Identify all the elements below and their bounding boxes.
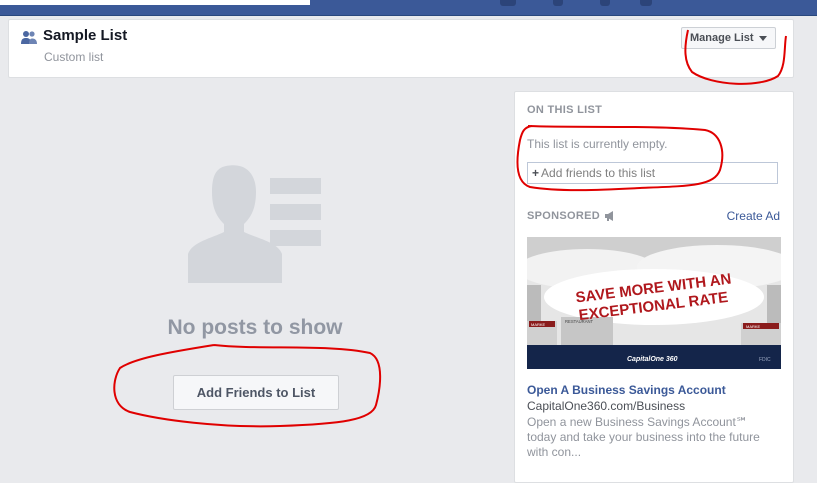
settings-icon[interactable] (640, 0, 652, 6)
sponsored-section-label: SPONSORED (527, 210, 616, 222)
manage-list-label: Manage List (690, 32, 754, 44)
ad-brand-logo: CapitalOne 360 (627, 356, 678, 363)
ad-fdic-mark: FDIC (759, 357, 771, 363)
storefront-left-sign: MARKE (531, 322, 546, 327)
ad-description: Open a new Business Savings Account℠ tod… (527, 415, 760, 459)
add-friends-placeholder: Add friends to this list (541, 166, 656, 180)
top-bar-search-area[interactable] (0, 0, 310, 5)
create-ad-link[interactable]: Create Ad (727, 209, 780, 223)
list-header-card: Sample List Custom list Manage List (8, 19, 794, 78)
ad-domain: CapitalOne360.com/Business (527, 399, 686, 413)
list-empty-message: This list is currently empty. (527, 137, 668, 151)
sponsored-label: SPONSORED (527, 210, 600, 222)
empty-state-heading: No posts to show (167, 316, 343, 339)
list-type-label: Custom list (44, 50, 104, 64)
manage-list-button[interactable]: Manage List (681, 27, 776, 49)
ad-banner-image[interactable]: MARKE RESTAURANT MARKE SAVE MORE WITH AN… (527, 237, 781, 369)
messages-icon[interactable] (553, 0, 563, 6)
notifications-icon[interactable] (600, 0, 610, 6)
on-this-list-heading: ON THIS LIST (527, 104, 603, 116)
empty-list-person-icon (188, 165, 321, 283)
add-friends-input[interactable]: + Add friends to this list (527, 162, 778, 184)
add-friends-to-list-button[interactable]: Add Friends to List (173, 375, 339, 410)
friends-list-icon (21, 31, 37, 44)
page-title: Sample List (43, 27, 128, 44)
megaphone-icon (605, 211, 613, 221)
caret-down-icon (758, 35, 767, 41)
plus-icon: + (532, 166, 540, 180)
top-navigation-bar (0, 0, 817, 16)
list-sidebar-card: ON THIS LIST This list is currently empt… (514, 91, 794, 483)
storefront-right-sign: MARKE (746, 324, 761, 329)
ad-title-link[interactable]: Open A Business Savings Account (527, 383, 726, 397)
friend-requests-icon[interactable] (500, 0, 516, 6)
